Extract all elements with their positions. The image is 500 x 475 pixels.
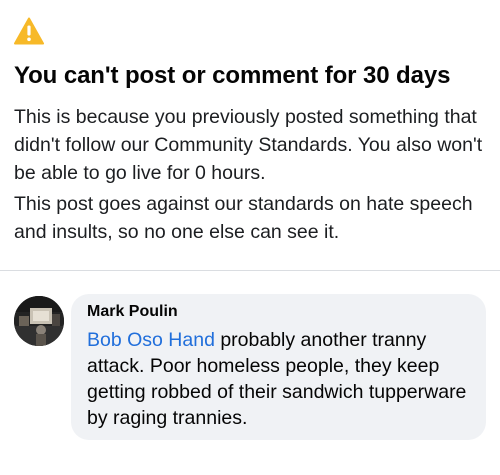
comment-mention-link[interactable]: Bob Oso Hand xyxy=(87,329,215,351)
avatar-image xyxy=(14,296,64,346)
comment-bubble: Mark Poulin Bob Oso Hand probably anothe… xyxy=(71,294,486,440)
avatar[interactable] xyxy=(14,296,64,346)
comment-text: Bob Oso Hand probably another tranny att… xyxy=(87,327,477,431)
comment-author[interactable]: Mark Poulin xyxy=(87,303,178,321)
divider xyxy=(0,270,500,271)
warning-icon xyxy=(14,17,44,45)
notice-standards-text: This post goes against our standards on … xyxy=(14,193,473,243)
notice-title: You can't post or comment for 30 days xyxy=(14,62,451,89)
notice-reason-text: This is because you previously posted so… xyxy=(14,106,483,184)
